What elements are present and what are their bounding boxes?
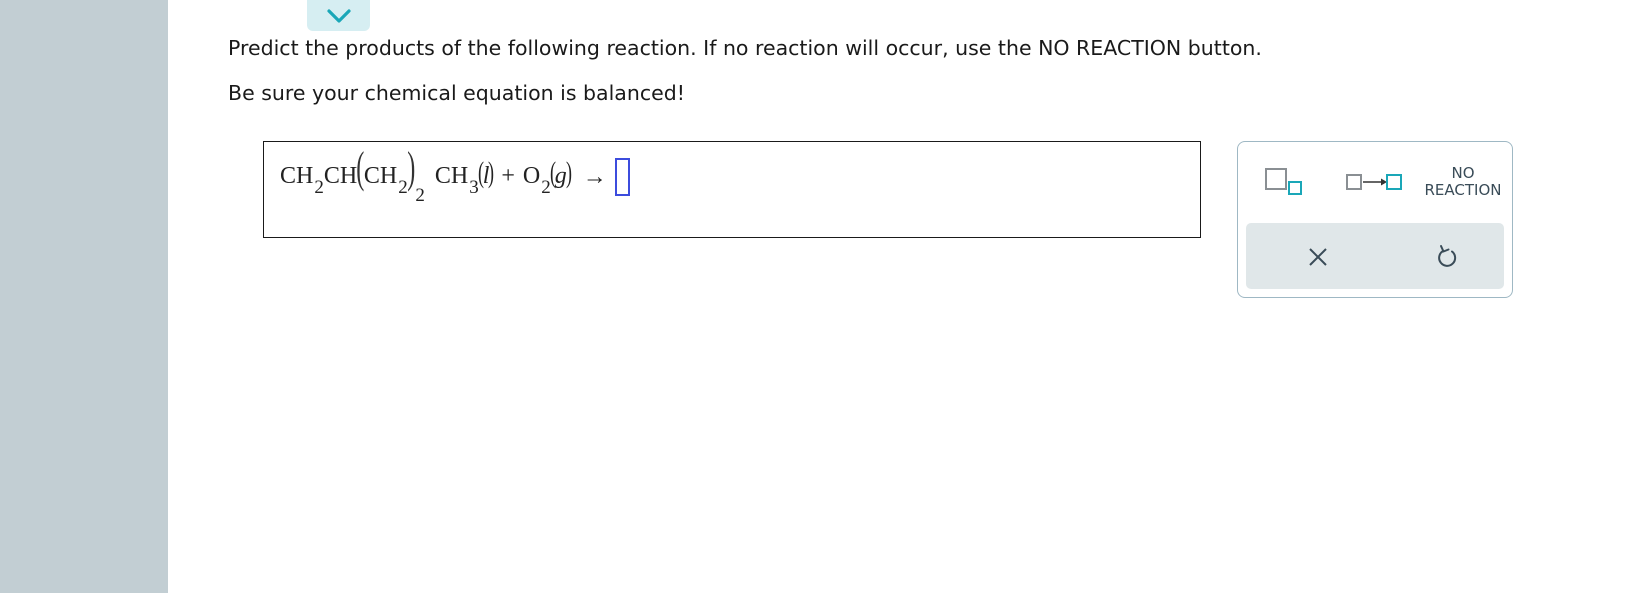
plus-sign: + [501,163,515,189]
subscript: 2 [415,185,425,206]
close-paren: ) [406,143,416,192]
subscript: 2 [314,177,324,198]
open-paren: ( [549,156,556,189]
subscript: 2 [398,177,408,198]
reaction-arrow: → [582,164,607,190]
answer-input-area[interactable]: CH 2 CH ( CH 2 ) 2 CH 3 ( l ) + O 2 ( g … [263,141,1201,238]
palette-actions [1246,223,1504,289]
subscript-icon [1265,168,1302,195]
formula-text: CH [434,163,469,189]
question-hint: Be sure your chemical equation is balanc… [228,81,685,105]
equation-palette: NO REACTION [1237,141,1513,298]
undo-icon [1438,245,1457,267]
no-reaction-label-2: REACTION [1424,181,1502,199]
reaction-arrow-button[interactable] [1342,164,1406,200]
clear-button[interactable] [1298,237,1338,277]
formula-text: O [522,163,541,189]
subscript-button[interactable] [1262,164,1306,200]
no-reaction-label-1: NO [1451,164,1475,182]
close-icon [1309,248,1327,266]
undo-button[interactable] [1428,237,1468,277]
close-paren: ) [565,156,572,189]
collapse-toggle[interactable] [307,0,370,31]
formula-text: CH [363,163,398,189]
formula-text: CH [280,163,314,189]
chemical-equation: CH 2 CH ( CH 2 ) 2 CH 3 ( l ) + O 2 ( g … [280,146,630,214]
open-paren: ( [477,156,484,189]
chevron-down-icon [326,8,351,23]
formula-text: CH [323,163,358,189]
arrow-icon [1346,174,1402,190]
open-paren: ( [356,143,365,192]
question-instruction: Predict the products of the following re… [228,36,1262,60]
left-sidebar [0,0,168,593]
state-gas: g [554,163,567,189]
no-reaction-button[interactable]: NO REACTION [1418,162,1508,202]
close-paren: ) [488,156,495,189]
product-input-cursor[interactable] [614,158,630,196]
